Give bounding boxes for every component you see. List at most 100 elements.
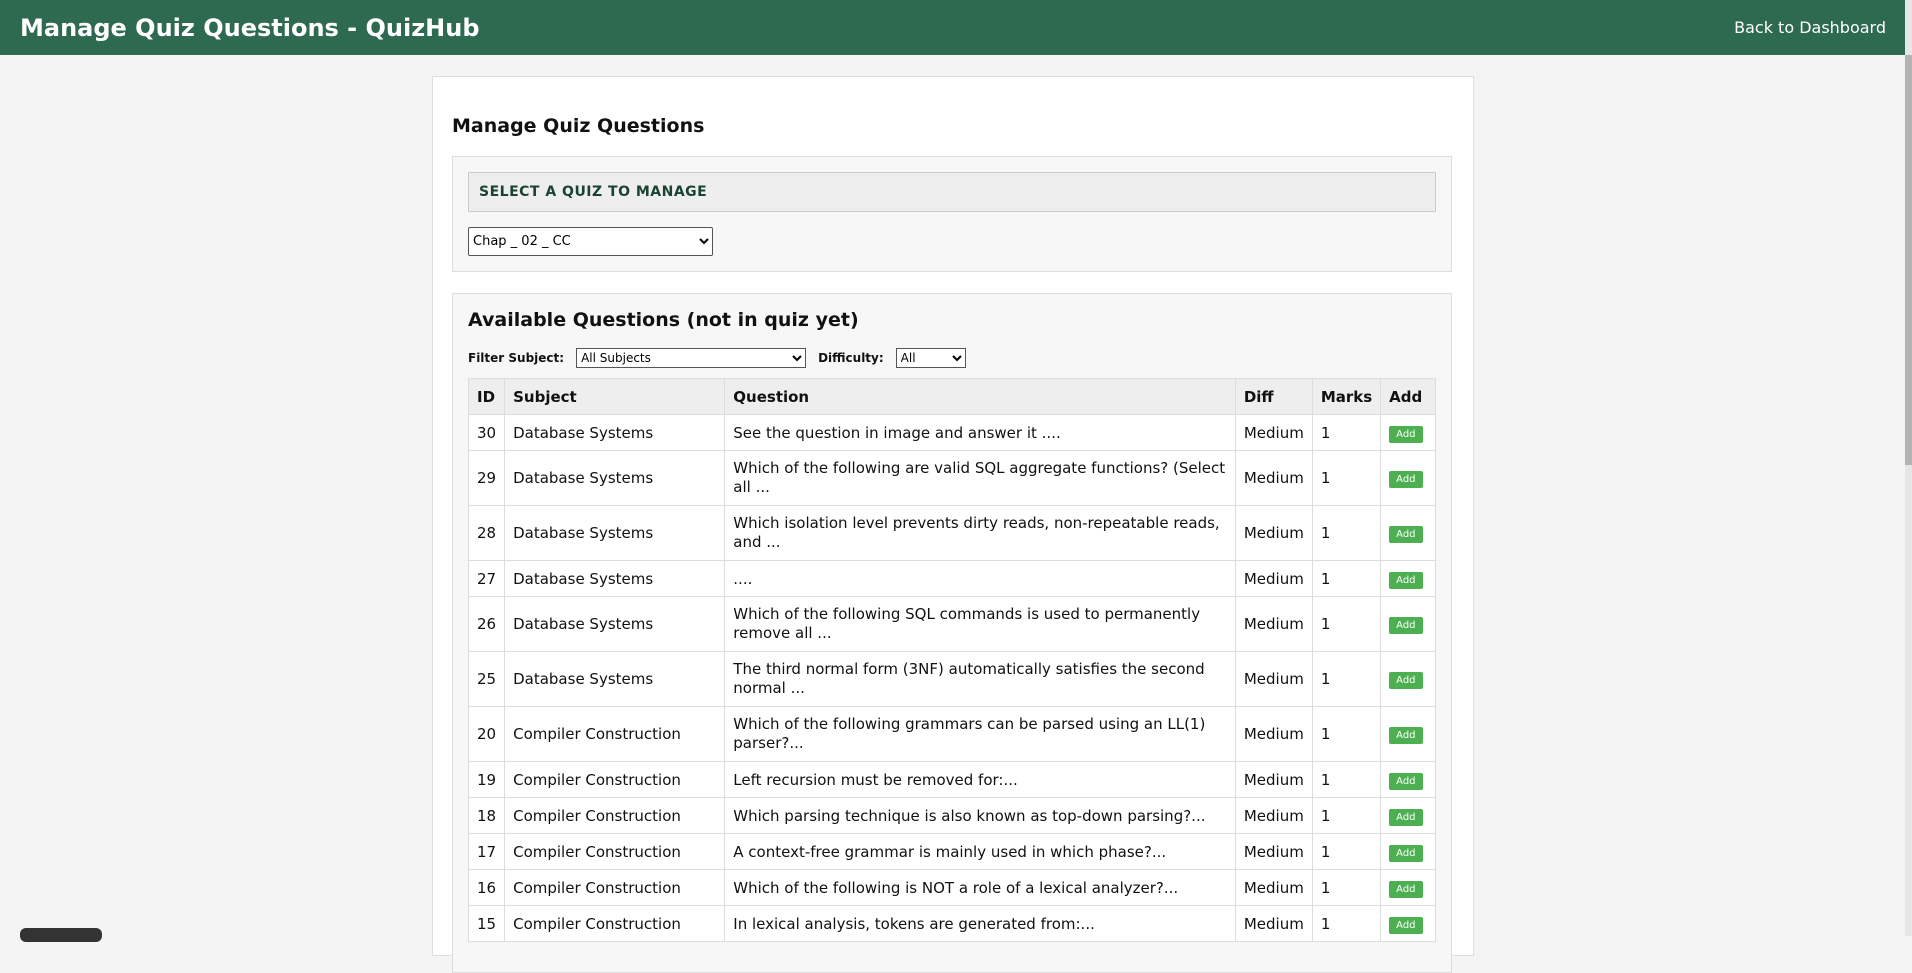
add-question-button[interactable]: Add — [1389, 425, 1423, 443]
table-body: 30 Database Systems See the question in im… — [467, 414, 1436, 942]
row-add-cell: Add — [1380, 797, 1436, 834]
table-row: 17 Compiler Construction A context-free gr… — [467, 833, 1436, 870]
difficulty-label: Difficulty: — [818, 351, 884, 365]
row-question: The third normal form (3NF) automaticall… — [724, 651, 1236, 707]
app-title: Manage Quiz Questions - QuizHub — [20, 13, 480, 42]
row-marks: 1 — [1311, 706, 1382, 762]
available-questions-table: ID Subject Question Diff Marks Add 30 Dat… — [467, 378, 1436, 942]
row-question: Which of the following SQL commands is u… — [724, 596, 1236, 652]
row-difficulty: Medium — [1234, 450, 1313, 506]
row-add-cell: Add — [1380, 651, 1436, 707]
row-difficulty: Medium — [1234, 761, 1313, 798]
row-difficulty: Medium — [1234, 833, 1313, 870]
row-question: .... — [724, 560, 1236, 597]
add-question-button[interactable]: Add — [1389, 526, 1423, 543]
scrollbar-thumb[interactable] — [1905, 55, 1912, 465]
row-id: 15 — [467, 905, 506, 942]
add-question-button[interactable]: Add — [1389, 880, 1423, 898]
available-questions-title: Available Questions (not in quiz yet) — [468, 309, 859, 331]
add-question-button[interactable]: Add — [1389, 727, 1423, 744]
table-row: 18 Compiler Construction Which parsing tec… — [467, 797, 1436, 834]
top-nav-bar: Manage Quiz Questions - QuizHub Back to … — [0, 0, 1912, 55]
row-subject: Compiler Construction — [504, 797, 726, 834]
row-question: Which of the following are valid SQL agg… — [724, 450, 1236, 506]
row-subject: Compiler Construction — [504, 706, 726, 762]
table-row: 15 Compiler Construction In lexical analys… — [467, 905, 1436, 942]
add-question-button[interactable]: Add — [1389, 571, 1423, 589]
row-add-cell: Add — [1380, 869, 1436, 906]
table-row: 25 Database Systems The third normal form … — [467, 651, 1436, 707]
row-subject: Compiler Construction — [504, 869, 726, 906]
row-subject: Database Systems — [504, 414, 726, 451]
row-id: 17 — [467, 833, 506, 870]
row-id: 29 — [467, 450, 506, 506]
row-subject: Compiler Construction — [504, 761, 726, 798]
row-marks: 1 — [1311, 505, 1382, 561]
row-subject: Database Systems — [504, 651, 726, 707]
back-to-dashboard-link[interactable]: Back to Dashboard — [1734, 18, 1886, 37]
row-question: Which isolation level prevents dirty rea… — [724, 505, 1236, 561]
row-difficulty: Medium — [1234, 706, 1313, 762]
table-row: 29 Database Systems Which of the following… — [467, 450, 1436, 506]
add-question-button[interactable]: Add — [1389, 844, 1423, 862]
col-header-marks: Marks — [1311, 378, 1382, 415]
row-add-cell: Add — [1380, 905, 1436, 942]
table-row: 26 Database Systems Which of the following… — [467, 596, 1436, 652]
add-question-button[interactable]: Add — [1389, 471, 1423, 488]
row-subject: Database Systems — [504, 560, 726, 597]
row-marks: 1 — [1311, 596, 1382, 652]
row-question: See the question in image and answer it … — [724, 414, 1236, 451]
difficulty-filter-select[interactable]: All — [895, 348, 966, 368]
row-question: Left recursion must be removed for:... — [724, 761, 1236, 798]
col-header-question: Question — [724, 378, 1236, 415]
row-difficulty: Medium — [1234, 505, 1313, 561]
row-difficulty: Medium — [1234, 596, 1313, 652]
add-question-button[interactable]: Add — [1389, 617, 1423, 634]
row-question: Which parsing technique is also known as… — [724, 797, 1236, 834]
row-difficulty: Medium — [1234, 905, 1313, 942]
row-subject: Database Systems — [504, 450, 726, 506]
quiz-select-dropdown[interactable]: Chap _ 02 _ CC — [468, 227, 713, 256]
table-header-row: ID Subject Question Diff Marks Add — [467, 378, 1436, 415]
row-add-cell: Add — [1380, 596, 1436, 652]
add-question-button[interactable]: Add — [1389, 808, 1423, 826]
row-id: 28 — [467, 505, 506, 561]
add-question-button[interactable]: Add — [1389, 772, 1423, 790]
add-question-button[interactable]: Add — [1389, 916, 1423, 934]
page-title: Manage Quiz Questions — [452, 115, 705, 137]
add-question-button[interactable]: Add — [1389, 672, 1423, 689]
row-question: Which of the following grammars can be p… — [724, 706, 1236, 762]
row-question: In lexical analysis, tokens are generate… — [724, 905, 1236, 942]
filter-subject-label: Filter Subject: — [468, 351, 565, 365]
subject-filter-select[interactable]: All Subjects — [576, 348, 807, 368]
row-marks: 1 — [1311, 450, 1382, 506]
col-header-id: ID — [467, 378, 506, 415]
row-subject: Database Systems — [504, 505, 726, 561]
row-add-cell: Add — [1380, 560, 1436, 597]
row-id: 26 — [467, 596, 506, 652]
row-subject: Database Systems — [504, 596, 726, 652]
row-add-cell: Add — [1380, 450, 1436, 506]
row-marks: 1 — [1311, 833, 1382, 870]
row-id: 19 — [467, 761, 506, 798]
row-add-cell: Add — [1380, 505, 1436, 561]
row-id: 18 — [467, 797, 506, 834]
table-row: 16 Compiler Construction Which of the foll… — [467, 869, 1436, 906]
quiz-select-panel: SELECT A QUIZ TO MANAGE Chap _ 02 _ CC — [452, 156, 1452, 272]
row-subject: Compiler Construction — [504, 833, 726, 870]
main-card: Manage Quiz Questions SELECT A QUIZ TO M… — [432, 76, 1474, 973]
table-row: 27 Database Systems.... Medium 1 Add — [467, 560, 1436, 597]
row-id: 20 — [467, 706, 506, 762]
col-header-diff: Diff — [1234, 378, 1313, 415]
table-row: 30 Database Systems See the question in im… — [467, 414, 1436, 451]
row-marks: 1 — [1311, 414, 1382, 451]
quiz-select-header: SELECT A QUIZ TO MANAGE — [468, 172, 1436, 212]
row-id: 30 — [467, 414, 506, 451]
row-difficulty: Medium — [1234, 560, 1313, 597]
row-marks: 1 — [1311, 905, 1382, 942]
row-add-cell: Add — [1380, 761, 1436, 798]
col-header-subject: Subject — [504, 378, 726, 415]
row-marks: 1 — [1311, 651, 1382, 707]
row-difficulty: Medium — [1234, 797, 1313, 834]
row-marks: 1 — [1311, 797, 1382, 834]
